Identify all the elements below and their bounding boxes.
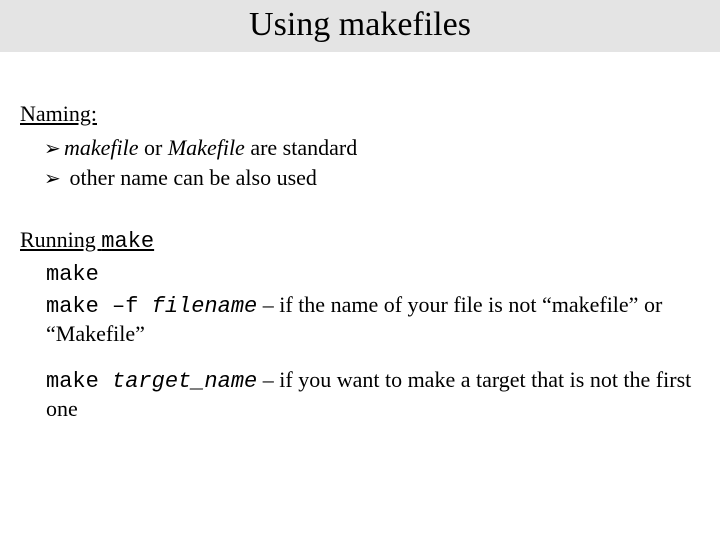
text-makefile-upper: Makefile <box>168 135 245 160</box>
heading-running: Running make <box>20 226 700 256</box>
arg-target-name: target_name <box>112 369 257 394</box>
text-rest: are standard <box>245 135 357 160</box>
running-section: Running make make make –f filename – if … <box>20 226 700 423</box>
running-body: make make –f filename – if the name of y… <box>46 259 700 423</box>
text-or: or <box>139 135 168 160</box>
line-make-target: make target_name – if you want to make a… <box>46 366 700 423</box>
bullet-item: ➢makefile or Makefile are standard <box>44 134 700 162</box>
slide-content: Naming: ➢makefile or Makefile are standa… <box>0 52 720 423</box>
bullet-list-naming: ➢makefile or Makefile are standard ➢ oth… <box>44 134 700 192</box>
title-bar: Using makefiles <box>0 0 720 52</box>
heading-naming: Naming: <box>20 100 700 128</box>
dash-sep: – <box>257 292 279 317</box>
bullet-item: ➢ other name can be also used <box>44 164 700 192</box>
running-label: Running <box>20 227 101 252</box>
cmd-make-f: make –f <box>46 294 152 319</box>
cmd-make-target: make <box>46 369 112 394</box>
arrow-icon: ➢ <box>44 167 64 192</box>
arg-filename: filename <box>152 294 258 319</box>
text-makefile-lower: makefile <box>64 135 139 160</box>
running-cmd: make <box>101 229 154 254</box>
cmd-make: make <box>46 262 99 287</box>
line-make-f: make –f filename – if the name of your f… <box>46 291 700 348</box>
text-other-name: other name can be also used <box>64 165 317 190</box>
arrow-icon: ➢ <box>44 137 64 162</box>
line-make: make <box>46 259 700 289</box>
dash-sep: – <box>257 367 279 392</box>
slide-title: Using makefiles <box>249 6 471 43</box>
